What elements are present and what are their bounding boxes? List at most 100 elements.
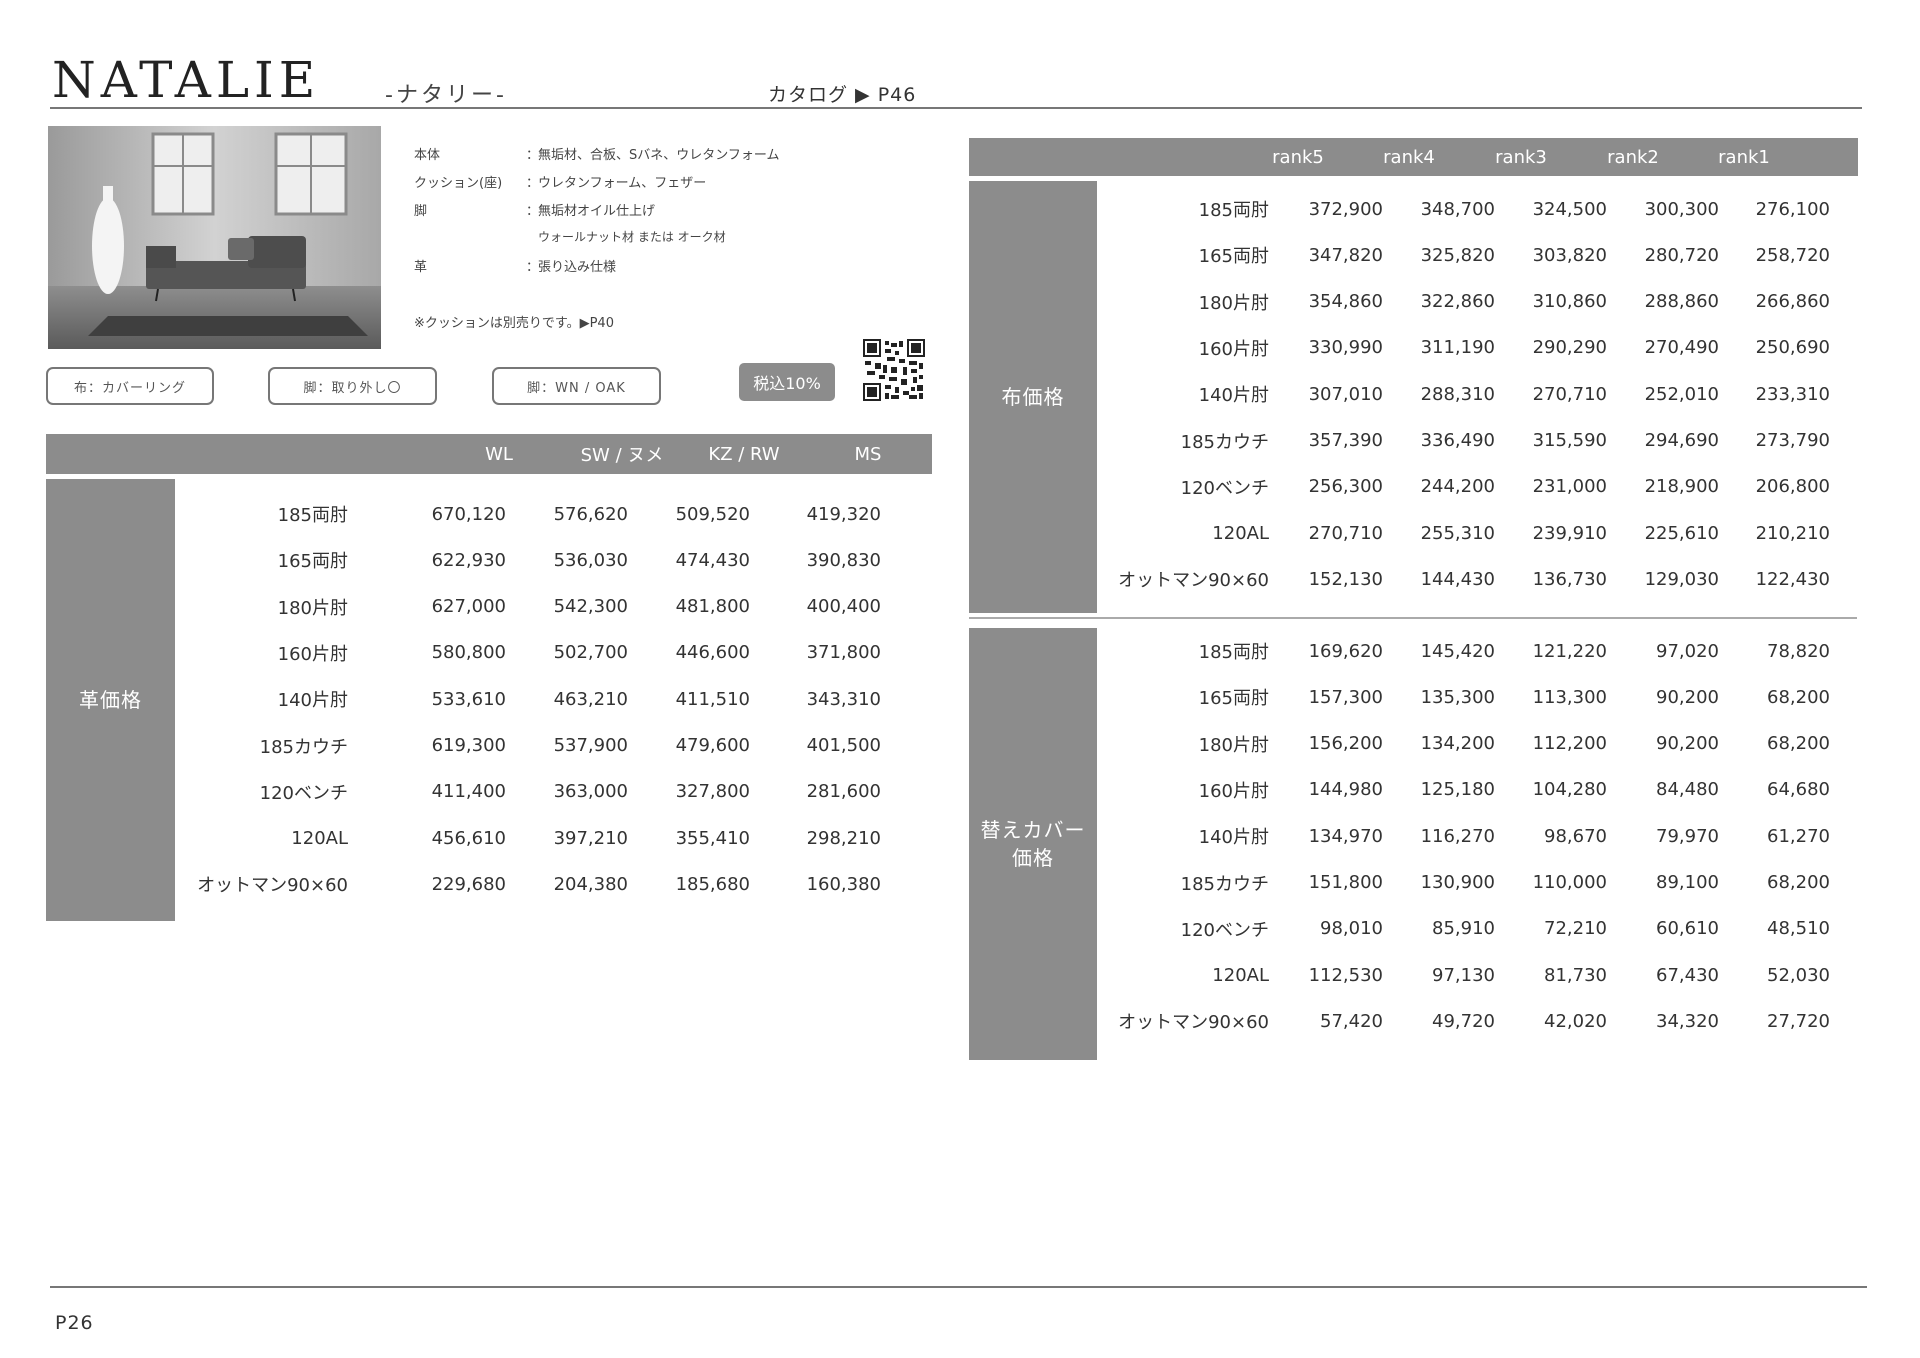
price-cell: 116,270: [1420, 825, 1495, 847]
price-cell: 390,830: [806, 549, 881, 571]
row-label: 140片肘: [277, 690, 348, 712]
price-cell: 229,680: [431, 873, 506, 895]
table-row: 140片肘 533,610 463,210 411,510 343,310: [175, 676, 935, 722]
table-row: 120AL 456,610 397,210 355,410 298,210: [175, 815, 935, 861]
price-cell: 98,010: [1320, 918, 1383, 940]
row-label: 140片肘: [1198, 827, 1269, 849]
tag-leg-removable: 脚：取り外し〇: [268, 367, 437, 405]
price-cell: 97,130: [1432, 964, 1495, 986]
row-label: 185カウチ: [259, 736, 348, 758]
price-cell: 474,430: [675, 549, 750, 571]
price-cell: 280,720: [1644, 244, 1719, 266]
page-number: P26: [55, 1312, 94, 1334]
table-row: 160片肘 580,800 502,700 446,600 371,800: [175, 630, 935, 676]
sofa-photo: [48, 126, 381, 349]
price-cell: 134,200: [1420, 733, 1495, 755]
price-cell: 327,800: [675, 781, 750, 803]
price-cell: 580,800: [431, 642, 506, 664]
price-cell: 311,190: [1420, 337, 1495, 359]
row-label: オットマン90×60: [1118, 1012, 1269, 1034]
price-cell: 210,210: [1755, 522, 1830, 544]
price-cell: 288,310: [1420, 383, 1495, 405]
price-cell: 160,380: [806, 873, 881, 895]
price-cell: 151,800: [1308, 872, 1383, 893]
row-label: 160片肘: [277, 643, 348, 665]
price-cell: 125,180: [1420, 779, 1495, 801]
price-cell: 225,610: [1644, 522, 1719, 544]
price-cell: 270,710: [1308, 522, 1383, 544]
table-row: 165両肘 157,300 135,300 113,300 90,200 68,200: [1097, 674, 1857, 720]
table-row: 185カウチ 151,800 130,900 110,000 89,100 68,200: [1097, 860, 1857, 906]
price-cell: 419,320: [806, 503, 881, 525]
row-label: オットマン90×60: [197, 875, 348, 897]
table-row: 185カウチ 619,300 537,900 479,600 401,500: [175, 723, 935, 769]
price-cell: 57,420: [1320, 1010, 1383, 1032]
spec-value: 無垢材、合板、Sバネ、ウレタンフォーム: [538, 148, 780, 163]
price-cell: 300,300: [1644, 198, 1719, 220]
price-cell: 270,710: [1532, 383, 1607, 405]
cover-price-label-line2: 価格: [1012, 846, 1054, 870]
cushion-note: ※クッションは別売りです。▶P40: [414, 316, 614, 331]
price-cell: 537,900: [553, 735, 628, 756]
table-row: 185両肘 670,120 576,620 509,520 419,320: [175, 491, 935, 537]
product-title: NATALIE: [52, 51, 321, 109]
price-cell: 169,620: [1308, 640, 1383, 662]
price-cell: 64,680: [1767, 779, 1830, 801]
price-cell: 104,280: [1532, 779, 1607, 801]
row-label: 120ベンチ: [259, 782, 348, 804]
price-cell: 281,600: [806, 781, 881, 803]
row-label: 140片肘: [1198, 385, 1269, 407]
table-row: 140片肘 134,970 116,270 98,670 79,970 61,270: [1097, 813, 1857, 859]
catalog-reference: カタログ ▶ P46: [768, 84, 917, 106]
tax-badge: 税込10%: [739, 363, 835, 401]
price-cell: 322,860: [1420, 291, 1495, 313]
price-cell: 315,590: [1532, 430, 1607, 451]
qr-code-icon[interactable]: [863, 339, 925, 401]
price-cell: 270,490: [1644, 337, 1719, 359]
spec-label: 革: [414, 260, 428, 275]
row-label: 180片肘: [1198, 292, 1269, 314]
row-label: 120AL: [291, 827, 348, 849]
price-cell: 324,500: [1532, 198, 1607, 220]
price-cell: 244,200: [1420, 476, 1495, 498]
table-row: 180片肘 627,000 542,300 481,800 400,400: [175, 584, 935, 630]
price-cell: 34,320: [1656, 1010, 1719, 1032]
price-cell: 536,030: [553, 549, 628, 571]
rank-table-header: rank5 rank4 rank3 rank2 rank1: [969, 138, 1858, 176]
price-cell: 509,520: [675, 503, 750, 525]
table-row: 120AL 112,530 97,130 81,730 67,430 52,030: [1097, 952, 1857, 998]
sofa-illustration: [48, 126, 381, 349]
tag-fabric-covering: 布：カバーリング: [46, 367, 214, 405]
price-cell: 130,900: [1420, 872, 1495, 893]
price-cell: 97,020: [1656, 640, 1719, 662]
row-label: 185両肘: [277, 505, 348, 526]
price-cell: 239,910: [1532, 522, 1607, 544]
price-cell: 67,430: [1656, 964, 1719, 986]
table-row: オットマン90×60 57,420 49,720 42,020 34,320 27,720: [1097, 998, 1857, 1044]
column-header: rank1: [1718, 146, 1770, 168]
price-cell: 84,480: [1656, 779, 1719, 801]
table-row: 185カウチ 357,390 336,490 315,590 294,690 273,79…: [1097, 418, 1857, 464]
price-cell: 49,720: [1432, 1010, 1495, 1032]
tag-leg-type: 脚：WN / OAK: [492, 367, 661, 405]
fabric-price-label: 布価格: [969, 181, 1097, 613]
price-cell: 60,610: [1656, 918, 1719, 940]
table-row: 180片肘 156,200 134,200 112,200 90,200 68,200: [1097, 721, 1857, 767]
price-cell: 479,600: [675, 735, 750, 756]
price-cell: 48,510: [1767, 918, 1830, 940]
price-cell: 135,300: [1420, 686, 1495, 708]
price-cell: 363,000: [553, 781, 628, 803]
spec-label: 本体: [414, 148, 441, 163]
price-cell: 397,210: [553, 827, 628, 849]
cover-price-label-line1: 替えカバー: [980, 818, 1086, 842]
table-row: オットマン90×60 229,680 204,380 185,680 160,380: [175, 861, 935, 907]
spec-value: 張り込み仕様: [538, 260, 617, 275]
price-cell: 156,200: [1308, 733, 1383, 755]
price-cell: 134,970: [1308, 825, 1383, 847]
row-label: オットマン90×60: [1118, 570, 1269, 592]
price-cell: 288,860: [1644, 291, 1719, 313]
row-label: 165両肘: [1198, 688, 1269, 710]
price-cell: 152,130: [1308, 568, 1383, 590]
price-cell: 90,200: [1656, 686, 1719, 708]
price-cell: 129,030: [1644, 568, 1719, 590]
